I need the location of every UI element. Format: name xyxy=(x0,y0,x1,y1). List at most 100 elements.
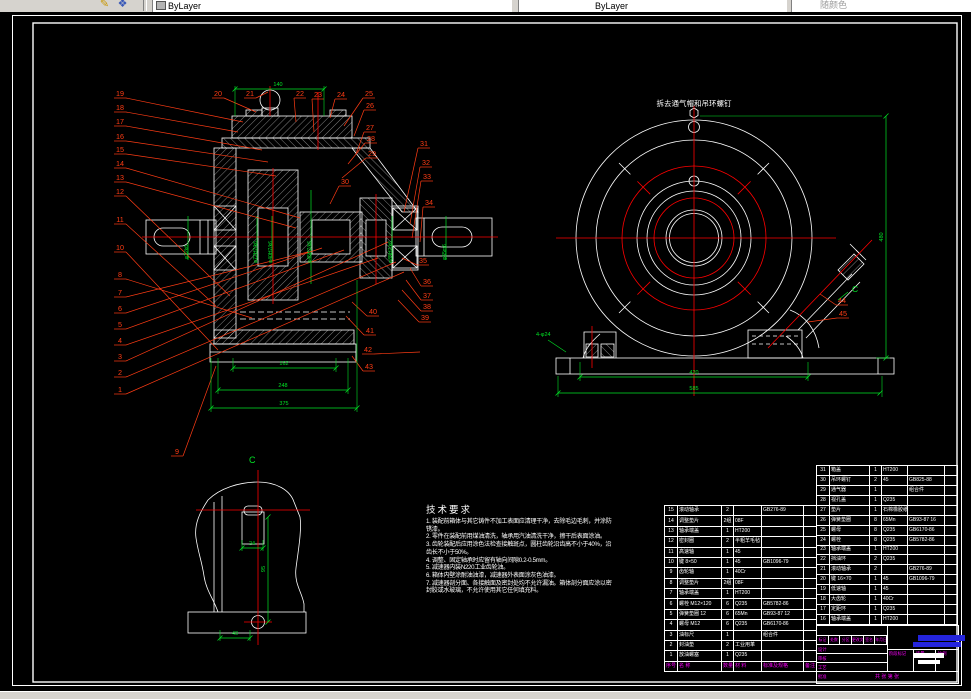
detail-mark-c: C xyxy=(852,284,858,294)
bom-cell: 8 xyxy=(869,524,882,536)
bom-cell: 放油螺塞 xyxy=(677,650,722,662)
color-combobox[interactable]: ByLayer xyxy=(152,0,512,12)
bom-row: 5 弹簧垫圈 12 6 65Mn GB93-87 12 xyxy=(664,608,817,621)
bom-cell: Q235 xyxy=(733,650,762,662)
bom-cell xyxy=(944,584,958,596)
revision-header-row: 标记处数分区更改文件号签名年月日 xyxy=(817,636,888,644)
bom-cell: 箱盖 xyxy=(829,465,870,476)
revision-header-cell: 处数 xyxy=(829,636,841,644)
bom-cell: 低速轴 xyxy=(829,584,870,596)
application-window: ✎ ❖ ByLayer ByLayer 随颜色 拆去通气帽和吊环螺钉 C C 4… xyxy=(0,0,971,699)
bom-cell: 1 xyxy=(721,587,734,600)
bom-cell: 垫片 xyxy=(829,504,870,516)
bom-cell: 12 xyxy=(664,536,678,548)
svg-text:41: 41 xyxy=(366,326,374,335)
bom-cell: 弹簧垫圈 12 xyxy=(677,608,722,621)
bom-cell: 2 xyxy=(869,474,882,486)
bom-cell xyxy=(907,504,945,516)
bom-row: 27 垫片 1 石棉橡胶纸 xyxy=(816,504,958,516)
bom-cell xyxy=(761,577,804,590)
bom-row: 1 放油螺塞 1 Q235 xyxy=(664,650,817,662)
bom-cell: GB276-89 xyxy=(907,564,945,576)
svg-text:39: 39 xyxy=(421,313,429,322)
bom-cell xyxy=(944,494,958,506)
svg-text:28: 28 xyxy=(367,134,375,143)
bom-row: 18 大齿轮 1 40Cr xyxy=(816,594,958,606)
bom-cell: 弹簧垫圈 xyxy=(829,514,870,526)
bom-cell: GB6170-86 xyxy=(907,524,945,536)
technical-requirements: 技术要求 1. 装配前箱体与其它铸件不加工表面应清理干净，去除毛边毛刺，并涂防锈… xyxy=(426,502,616,595)
bom-cell xyxy=(803,629,817,641)
bom-cell: 2 xyxy=(721,504,734,517)
revision-header-cell: 签名 xyxy=(864,636,876,644)
bom-cell: 2组 xyxy=(721,515,734,527)
bom-cell: 2 xyxy=(721,536,734,548)
bom-row: 14 调整垫片 2组 08F xyxy=(664,515,817,527)
bom-cell xyxy=(803,639,817,652)
bom-cell: Q235 xyxy=(881,554,908,566)
bom-cell: 调整垫片 xyxy=(677,515,722,527)
svg-text:21: 21 xyxy=(246,89,254,98)
diamond-icon[interactable]: ❖ xyxy=(115,0,130,11)
bom-cell: 10 xyxy=(664,556,678,569)
technical-requirement-line: 7. 减速器剖分面、各接触面及密封处均不允许漏油。箱体剖分面应涂以密封胶或水玻璃… xyxy=(426,579,612,595)
bom-cell xyxy=(907,465,945,476)
bom-cell xyxy=(803,567,817,579)
bom-cell: Q235 xyxy=(733,619,762,631)
bom-cell: GB1096-79 xyxy=(761,556,804,569)
bom-row: 24 螺栓 8 Q235 GB5782-86 xyxy=(816,534,958,546)
bom-cell xyxy=(803,577,817,590)
bom-cell: 45 xyxy=(733,556,762,569)
bore-dimension-label: φ32k6 xyxy=(184,245,190,259)
bom-cell xyxy=(803,525,817,538)
bore-dimension-label: φ45H7/k6 xyxy=(307,241,313,263)
bom-cell: 1 xyxy=(869,465,882,476)
svg-text:9: 9 xyxy=(175,447,179,456)
pushpin-icon[interactable]: ✎ xyxy=(97,0,112,11)
dimension-label: 95 xyxy=(261,566,267,572)
bom-table-left: 15 滚动轴承 2 GB276-89 14 调整垫片 2组 08F 13 轴承端盖 1 HT200 12… xyxy=(664,504,817,673)
bom-row: 19 低速轴 1 45 xyxy=(816,584,958,596)
bom-cell: HT200 xyxy=(733,587,762,600)
bom-cell: 2 xyxy=(664,639,678,652)
bom-cell: 调整垫片 xyxy=(677,577,722,590)
linetype-combobox[interactable]: ByLayer xyxy=(518,0,787,12)
svg-text:35: 35 xyxy=(419,256,427,265)
bom-cell xyxy=(761,639,804,652)
bom-cell xyxy=(803,515,817,527)
bom-cell: 名 称 xyxy=(677,660,722,673)
dimension-label: 24 xyxy=(249,541,255,547)
bom-row: 29 通气器 1 组合件 xyxy=(816,484,958,496)
bore-dimension-label: φ55m6 xyxy=(442,244,448,260)
svg-text:11: 11 xyxy=(116,215,123,224)
bom-cell: 视孔盖 xyxy=(829,494,870,506)
bom-cell: 轴承端盖 xyxy=(829,544,870,556)
bore-dimension-label: φ40H7/k6 xyxy=(268,241,274,263)
bom-cell: 25 xyxy=(816,524,830,536)
title-block-divider xyxy=(887,649,958,650)
sheet-count-note: 共 张 第 张 xyxy=(875,674,900,680)
dimension-label: 248 xyxy=(278,383,287,389)
svg-text:37: 37 xyxy=(423,291,431,300)
svg-text:7: 7 xyxy=(118,288,122,297)
bom-cell: 45 xyxy=(881,474,908,486)
svg-text:22: 22 xyxy=(296,89,304,98)
bom-cell xyxy=(761,525,804,538)
bom-cell xyxy=(803,546,817,558)
svg-text:4: 4 xyxy=(118,336,122,345)
bom-cell: 28 xyxy=(816,494,830,506)
bom-cell: 6 xyxy=(664,598,678,610)
bom-cell: 24 xyxy=(816,534,830,546)
bom-cell: 1 xyxy=(869,604,882,616)
bom-cell xyxy=(907,614,945,625)
highlight-bar-white xyxy=(918,660,940,664)
bom-cell: 13 xyxy=(664,525,678,538)
bom-cell: 40Cr xyxy=(881,594,908,606)
bom-cell xyxy=(907,584,945,596)
bom-cell xyxy=(881,564,908,576)
svg-text:23: 23 xyxy=(314,90,322,99)
bom-row: 7 轴承端盖 1 HT200 xyxy=(664,587,817,600)
bom-cell: 2 xyxy=(721,639,734,652)
dimension-label: 420 xyxy=(689,370,698,376)
plotstyle-combobox[interactable]: 随颜色 xyxy=(791,0,971,12)
